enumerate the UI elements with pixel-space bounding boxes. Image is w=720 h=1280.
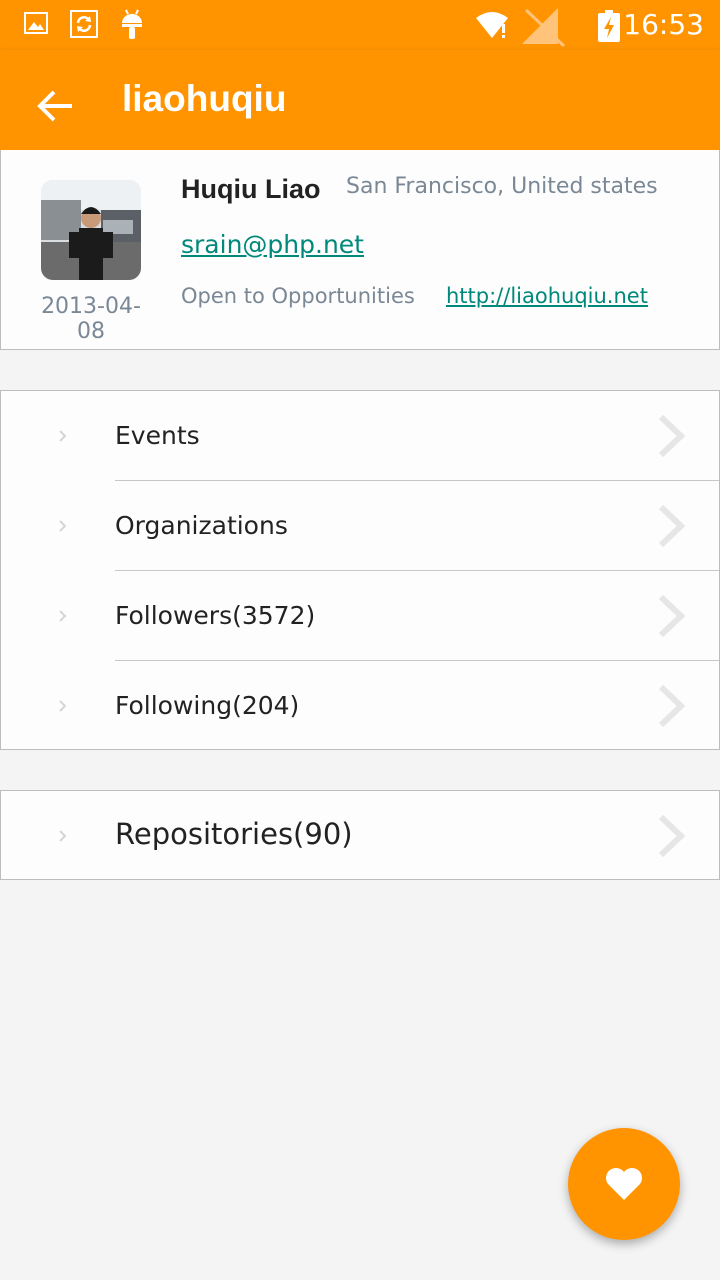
profile-card: 2013-04-08 Huqiu Liao San Francisco, Uni… (0, 150, 720, 350)
user-name: Huqiu Liao (181, 174, 321, 204)
chevron-right-icon (658, 684, 686, 728)
menu-item-label: Organizations (115, 511, 288, 540)
status-bar: 16:53 (0, 0, 720, 50)
heart-icon (606, 1168, 642, 1200)
favorite-fab[interactable] (568, 1128, 680, 1240)
page-title: liaohuqiu (122, 78, 287, 119)
battery-charging-icon (598, 10, 620, 42)
chevron-right-icon (658, 814, 686, 858)
chevron-right-icon (59, 830, 67, 842)
menu-item-following[interactable]: Following(204) (1, 661, 719, 751)
toolbar: liaohuqiu (0, 50, 720, 150)
email-link[interactable]: srain@php.net (181, 230, 364, 259)
wifi-icon (476, 12, 508, 38)
chevron-right-icon (59, 430, 67, 442)
chevron-right-icon (658, 504, 686, 548)
menu-item-events[interactable]: Events (1, 391, 719, 481)
clock: 16:53 (623, 8, 704, 41)
menu-item-repositories[interactable]: Repositories(90) (1, 791, 719, 881)
android-icon (122, 9, 142, 39)
profile-menu: Events Organizations Followers(3572) Fol… (0, 390, 720, 750)
repositories-section: Repositories(90) (0, 790, 720, 880)
chevron-right-icon (59, 520, 67, 532)
chevron-right-icon (59, 610, 67, 622)
chevron-right-icon (59, 700, 67, 712)
chevron-right-icon (658, 414, 686, 458)
avatar[interactable] (41, 180, 141, 280)
menu-item-label: Followers(3572) (115, 601, 316, 630)
chevron-right-icon (658, 594, 686, 638)
hireable-status: Open to Opportunities (181, 284, 415, 308)
user-location: San Francisco, United states (346, 174, 658, 199)
menu-item-label: Events (115, 421, 200, 450)
menu-item-label: Following(204) (115, 691, 300, 720)
sync-icon (70, 10, 98, 38)
arrow-back-icon[interactable] (36, 86, 76, 126)
menu-item-organizations[interactable]: Organizations (1, 481, 719, 571)
menu-item-followers[interactable]: Followers(3572) (1, 571, 719, 661)
blog-link[interactable]: http://liaohuqiu.net (446, 284, 648, 308)
no-sim-icon (522, 8, 566, 48)
menu-item-label: Repositories(90) (115, 817, 353, 851)
image-icon (24, 12, 48, 34)
join-date: 2013-04-08 (41, 294, 141, 344)
